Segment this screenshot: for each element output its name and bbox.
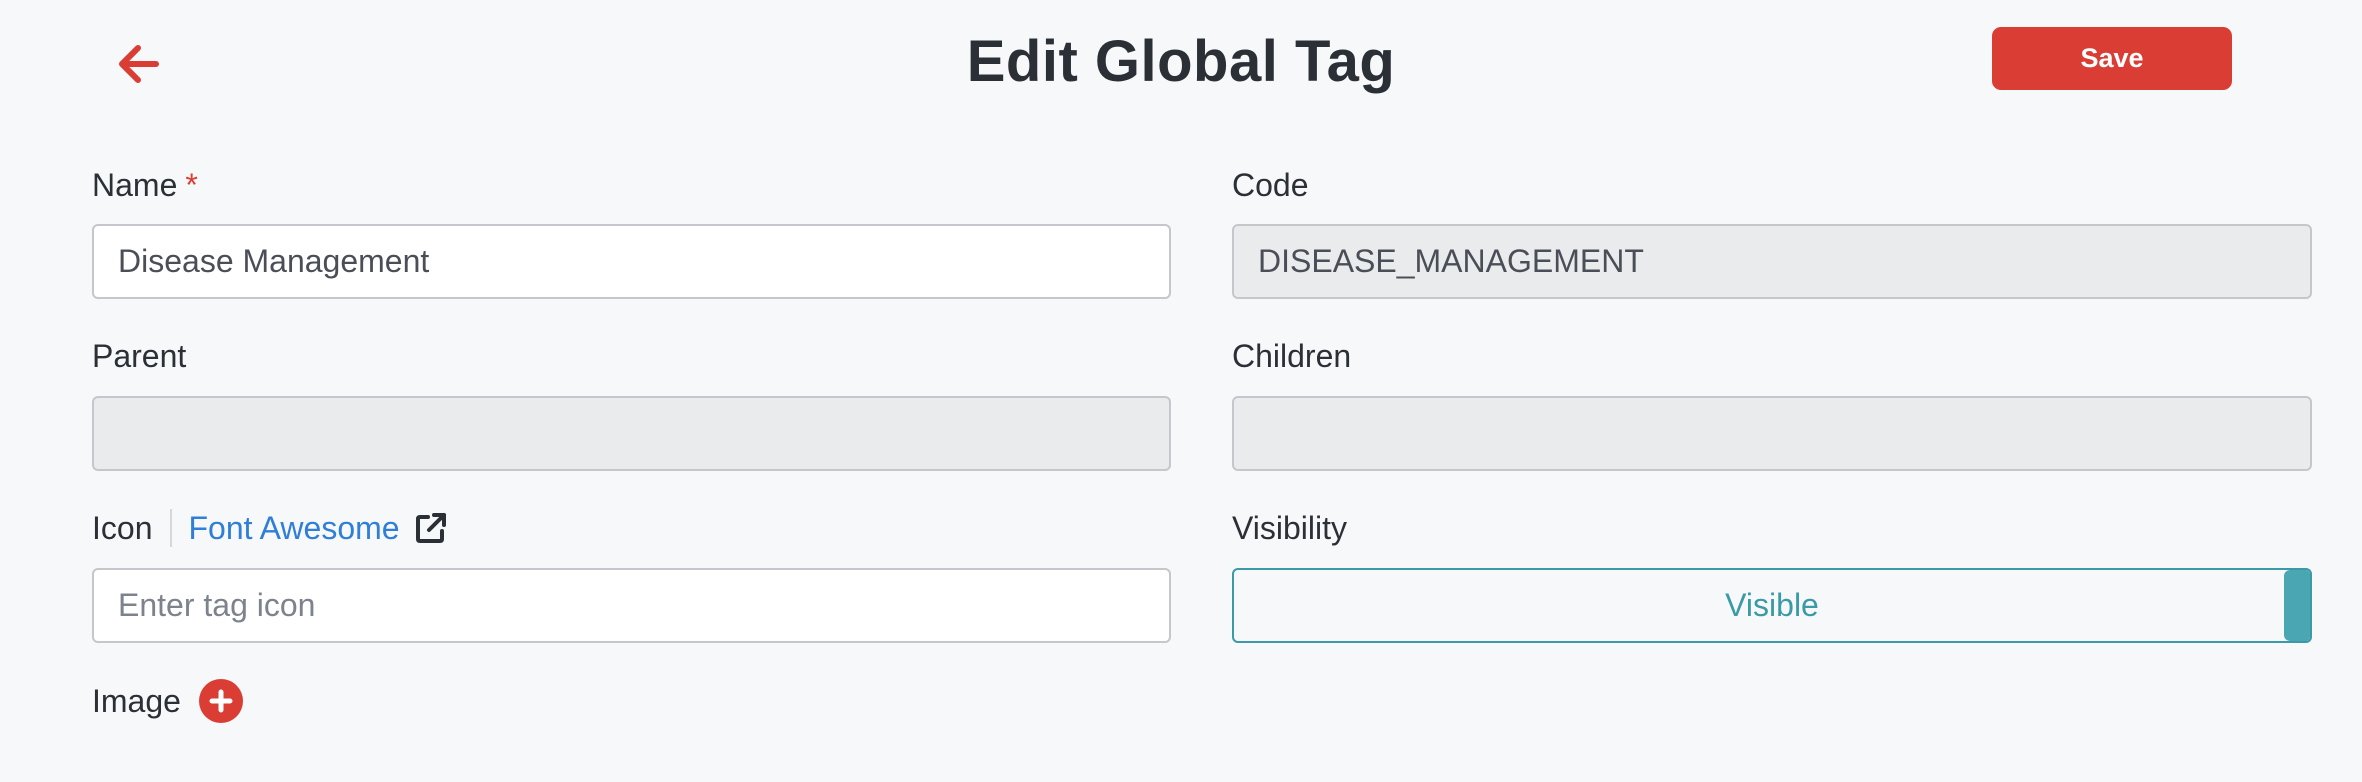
required-marker: *	[185, 167, 198, 203]
name-label: Name *	[92, 165, 198, 205]
code-label: Code	[1232, 167, 1309, 203]
image-row: Image	[92, 678, 243, 724]
icon-input[interactable]	[92, 568, 1171, 643]
name-label-text: Name	[92, 167, 178, 203]
icon-label-row: Icon Font Awesome	[92, 508, 448, 548]
edit-global-tag-page: Edit Global Tag Save Name* Code Parent C…	[0, 0, 2362, 782]
label-divider	[170, 509, 173, 547]
visibility-value: Visible	[1725, 587, 1819, 623]
save-button[interactable]: Save	[1992, 27, 2232, 90]
icon-label: Icon	[92, 509, 153, 546]
visibility-toggle[interactable]: Visible	[1232, 568, 2312, 643]
parent-label: Parent	[92, 338, 187, 374]
external-link-icon[interactable]	[414, 511, 448, 545]
visibility-label: Visibility	[1232, 510, 1347, 546]
parent-input[interactable]	[92, 396, 1171, 471]
children-input[interactable]	[1232, 396, 2312, 471]
image-label: Image	[92, 682, 181, 719]
code-input[interactable]	[1232, 224, 2312, 299]
font-awesome-link[interactable]: Font Awesome	[188, 510, 399, 547]
children-label: Children	[1232, 338, 1352, 374]
name-input[interactable]	[92, 224, 1171, 299]
add-image-button[interactable]	[198, 679, 243, 723]
plus-icon	[209, 689, 233, 713]
toggle-handle[interactable]	[2284, 570, 2310, 641]
